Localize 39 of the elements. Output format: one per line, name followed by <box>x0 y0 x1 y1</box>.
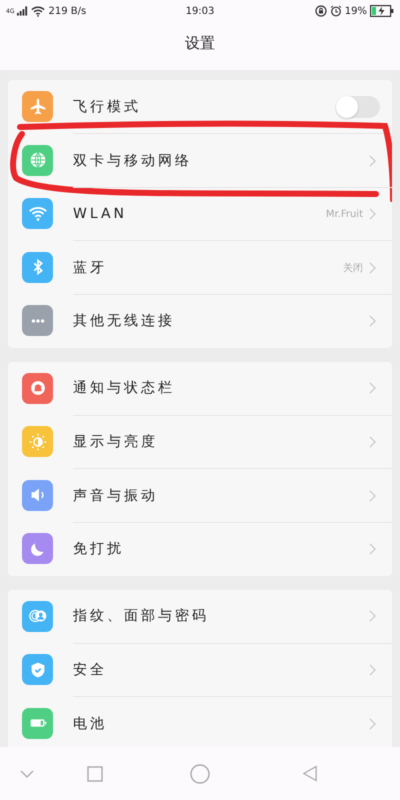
setting-value: 关闭 <box>343 262 363 275</box>
chevron-icon <box>369 718 376 730</box>
alarm-icon <box>330 5 342 17</box>
network-speed: 219 B/s <box>48 6 86 16</box>
chevron-down-icon[interactable] <box>20 770 34 778</box>
setting-label[interactable]: 双卡与移动网络 <box>73 152 369 170</box>
setting-label[interactable]: 指纹、面部与密码 <box>73 607 369 626</box>
setting-label[interactable]: 显示与亮度 <box>73 433 369 452</box>
setting-label[interactable]: 电池 <box>73 714 369 733</box>
toggle-switch[interactable] <box>336 96 380 118</box>
setting-label[interactable]: 安全 <box>73 661 369 680</box>
setting-label[interactable]: 免打扰 <box>73 540 369 558</box>
page-title: 设置 <box>185 33 215 54</box>
setting-value: Mr.Fruit <box>326 208 363 220</box>
chevron-icon <box>369 543 376 556</box>
lock-rotation-icon <box>314 5 327 17</box>
chevron-icon <box>369 154 376 167</box>
chevron-icon <box>369 664 376 676</box>
signal-icon <box>17 6 28 16</box>
setting-label[interactable]: WLAN <box>73 206 326 222</box>
setting-label[interactable]: 通知与状态栏 <box>73 379 369 398</box>
back-icon[interactable] <box>303 765 317 782</box>
setting-label[interactable]: 声音与振动 <box>73 486 369 505</box>
chevron-icon <box>369 436 376 448</box>
wifi-icon <box>31 6 46 16</box>
home-icon[interactable] <box>190 764 210 784</box>
clock-time: 19:03 <box>186 6 214 16</box>
battery-charging-icon <box>370 5 394 17</box>
chevron-icon <box>369 490 376 502</box>
chevron-icon <box>369 315 376 328</box>
chevron-icon <box>369 382 376 394</box>
battery-percent: 19% <box>344 6 367 16</box>
recent-apps-icon[interactable] <box>87 766 103 782</box>
chevron-icon <box>369 262 376 274</box>
setting-label[interactable]: 蓝牙 <box>73 258 343 277</box>
setting-label[interactable]: 飞行模式 <box>73 98 336 116</box>
chevron-icon <box>369 208 376 220</box>
setting-label[interactable]: 其他无线连接 <box>73 312 369 330</box>
chevron-icon <box>369 610 376 622</box>
